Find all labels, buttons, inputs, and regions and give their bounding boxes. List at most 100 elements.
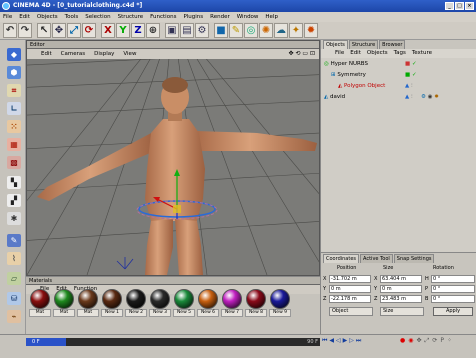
menu-file[interactable]: File [3,12,12,22]
viewport-menu-view[interactable]: View [123,49,136,59]
viewport-scene[interactable] [27,59,319,275]
viewport-navigation-icons[interactable]: ✥ ⟲ ▭ ⊡ [289,50,315,57]
object-menu-edit[interactable]: Edit [350,49,361,58]
material-swatch[interactable]: Mat [53,289,75,317]
material-swatch[interactable]: Mat [29,289,51,317]
3d-viewport[interactable]: Editor Edit Cameras Display View ✥ ⟲ ▭ ⊡ [26,40,320,276]
h-rotation-field[interactable]: 0 ° [431,275,475,283]
lock-icon[interactable]: ⛁ [7,292,21,305]
render-picture-viewer-icon[interactable]: ▤ [180,23,194,38]
texture-tool-icon[interactable]: ⌗ [7,84,21,97]
material-swatch[interactable]: New 2 [125,289,147,317]
prev-frame-icon[interactable]: ◀ [329,337,334,345]
p-rotation-field[interactable]: 0 ° [431,285,475,293]
material-swatch[interactable]: New 7 [221,289,243,317]
menu-window[interactable]: Window [237,12,259,22]
visibility-toggles[interactable]: ▲ ⁝ [405,93,413,102]
workplane-icon[interactable]: ▱ [7,272,21,285]
redo-icon[interactable]: ↷ [18,23,32,38]
x-position-field[interactable]: -31.702 m [329,275,371,283]
checker-alt-icon[interactable]: ▞ [7,194,21,207]
nurbs-icon[interactable]: ◎ [244,23,258,38]
pointer-icon[interactable]: ↖ [37,23,51,38]
keyframe-scale-icon[interactable]: ⤢ [425,337,430,345]
tab-structure[interactable]: Structure [348,40,379,49]
viewport-menu-display[interactable]: Display [94,49,114,59]
rotate-icon[interactable]: ⟳ [82,23,96,38]
apply-button[interactable]: Apply [433,307,473,316]
x-axis-icon[interactable]: X [101,23,115,38]
tab-browser[interactable]: Browser [379,40,406,49]
visibility-toggles[interactable]: ■ ✓ [405,71,417,80]
tab-coordinates[interactable]: Coordinates [323,254,360,263]
minimize-button[interactable]: _ [445,2,454,10]
render-view-icon[interactable]: ▣ [165,23,179,38]
menu-tools[interactable]: Tools [65,12,79,22]
viewport-menu-cameras[interactable]: Cameras [61,49,85,59]
close-button[interactable]: × [465,2,474,10]
keyframe-rotation-icon[interactable]: ⟳ [432,337,437,345]
material-swatch[interactable]: New 6 [197,289,219,317]
object-menu-tags[interactable]: Tags [394,49,406,58]
scene-icon[interactable]: ☁ [274,23,288,38]
make-editable-icon[interactable]: ◆ [7,48,21,61]
spline-pen-icon[interactable]: ✎ [229,23,243,38]
material-swatch[interactable]: New 3 [149,289,171,317]
z-position-field[interactable]: -22.178 m [329,295,371,303]
menu-structure[interactable]: Structure [118,12,144,22]
play-backward-icon[interactable]: ◁ [336,337,341,345]
y-axis-icon[interactable]: Y [116,23,130,38]
goto-start-icon[interactable]: ⏮ [322,337,327,345]
snap-icon[interactable]: ⌇ [7,252,21,265]
undo-icon[interactable]: ↶ [3,23,17,38]
keyframe-param-icon[interactable]: P [440,337,444,345]
model-tool-icon[interactable]: ⬢ [7,66,21,79]
scale-icon[interactable]: ⤢ [67,23,81,38]
autokey-icon[interactable]: ◉ [408,337,413,345]
deformer-icon[interactable]: ✺ [259,23,273,38]
visibility-toggles[interactable]: ■ ✓ [405,60,417,69]
object-tags-icon[interactable]: ⚙ ◉ ✹ [421,93,439,102]
coordinate-mode-select[interactable]: Object [329,307,373,316]
record-icon[interactable]: ● [400,337,405,345]
material-swatch[interactable]: New 5 [173,289,195,317]
maximize-button[interactable]: □ [455,2,464,10]
current-frame[interactable]: 0 F [26,338,66,346]
object-row-hyper-nurbs[interactable]: ◎ Hyper NURBS [324,60,368,69]
menu-plugins[interactable]: Plugins [183,12,203,22]
play-icon[interactable]: ▶ [343,337,348,345]
move-icon[interactable]: ✥ [52,23,66,38]
object-menu-objects[interactable]: Objects [367,49,388,58]
z-axis-icon[interactable]: Z [131,23,145,38]
menu-render[interactable]: Render [210,12,230,22]
keyframe-position-icon[interactable]: ✥ [417,337,422,345]
next-frame-icon[interactable]: ▷ [349,337,354,345]
points-tool-icon[interactable]: ⁙ [7,120,21,133]
menu-help[interactable]: Help [265,12,278,22]
object-menu-file[interactable]: File [335,49,344,58]
polygons-tool-icon[interactable]: ▩ [7,156,21,169]
edges-tool-icon[interactable]: ▦ [7,138,21,151]
cube-icon[interactable]: ■ [214,23,228,38]
checker-icon[interactable]: ▚ [7,176,21,189]
object-list[interactable]: ◎ Hyper NURBS ⊞ Symmetry ◭ Polygon Objec… [321,58,476,252]
object-row-polygon-object[interactable]: ◭ Polygon Object [338,82,385,91]
goto-end-icon[interactable]: ⏭ [356,337,361,345]
y-position-field[interactable]: 0 m [329,285,371,293]
tab-snap-settings[interactable]: Snap Settings [393,254,435,263]
tweak-icon[interactable]: ✱ [7,212,21,225]
camera-icon[interactable]: ✦ [289,23,303,38]
viewport-menu-edit[interactable]: Edit [41,49,52,59]
tab-active-tool[interactable]: Active Tool [360,254,393,263]
menu-functions[interactable]: Functions [150,12,176,22]
z-size-field[interactable]: 23.483 m [380,295,422,303]
axis-tool-icon[interactable]: ∟ [7,102,21,115]
sculpt-icon[interactable]: ✎ [7,234,21,247]
coordinate-system-icon[interactable]: ⊕ [146,23,160,38]
light-icon[interactable]: ✹ [304,23,318,38]
menu-objects[interactable]: Objects [37,12,58,22]
object-menu-texture[interactable]: Texture [412,49,432,58]
object-row-david[interactable]: ◭ david [324,93,345,102]
object-row-symmetry[interactable]: ⊞ Symmetry [331,71,366,80]
material-swatch[interactable]: New 1 [101,289,123,317]
